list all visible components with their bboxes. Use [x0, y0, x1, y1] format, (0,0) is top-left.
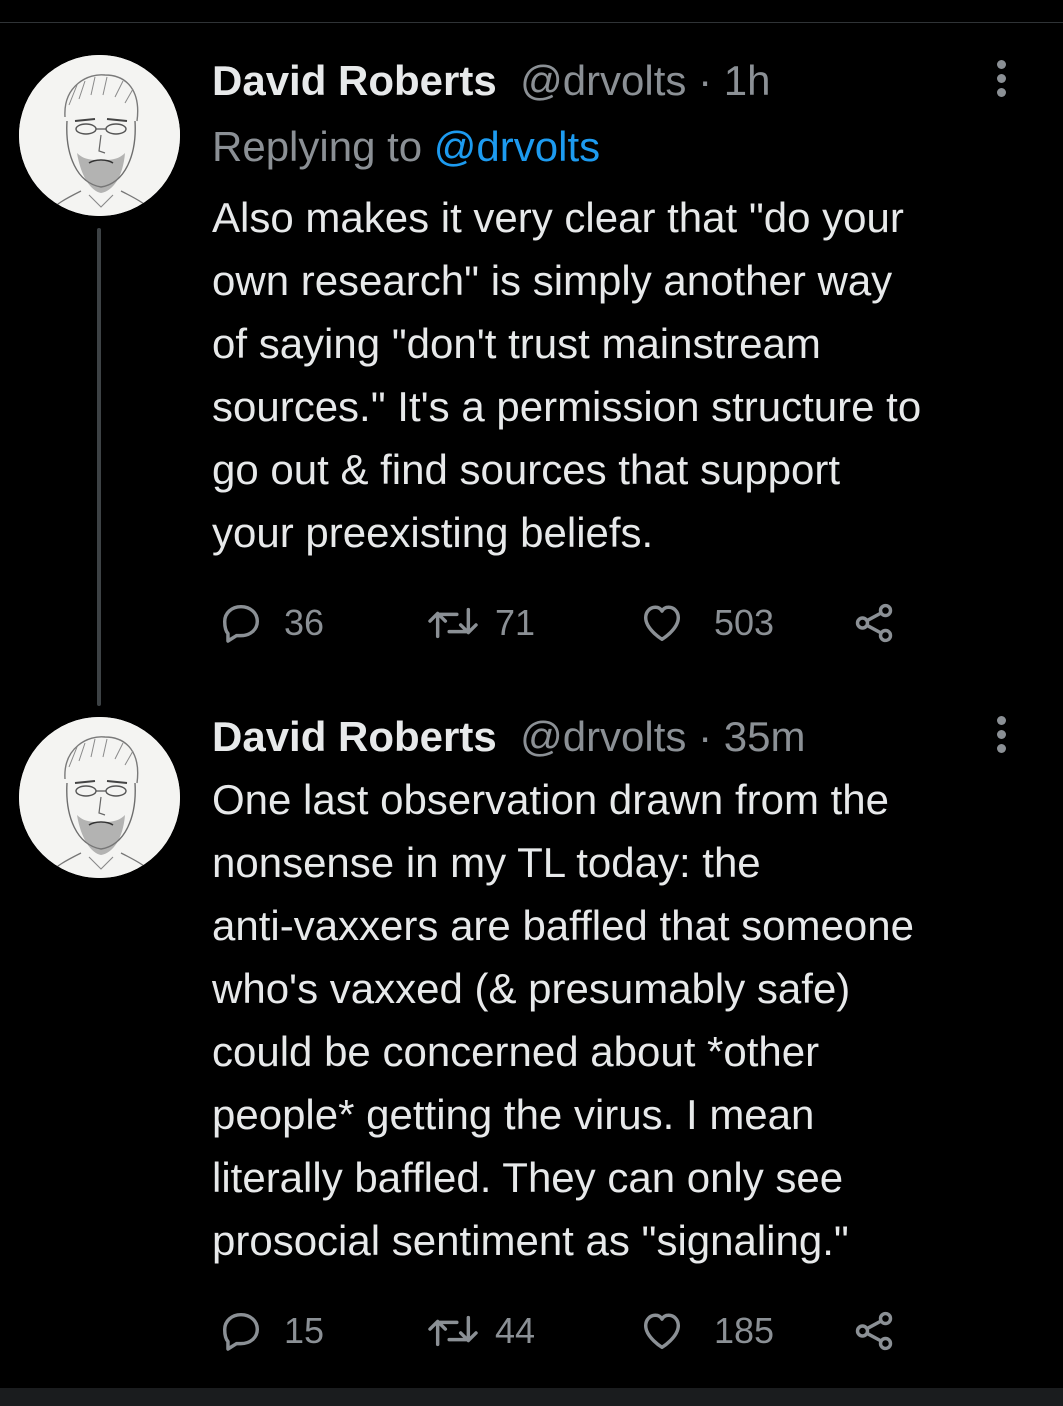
tweet-text-line: go out & find sources that support	[212, 446, 841, 493]
tweet-header: David Roberts @drvolts · 35m	[212, 712, 805, 762]
tweet-text-line: One last observation drawn from the	[212, 776, 890, 823]
retweet-icon	[428, 607, 478, 639]
replying-prefix: Replying to	[212, 123, 434, 170]
retweet-count: 71	[495, 602, 536, 643]
retweet-button[interactable]: 44	[425, 1301, 535, 1361]
reply-count: 15	[284, 1310, 325, 1351]
author-name[interactable]: David Roberts	[212, 713, 497, 760]
tweet-text: One last observation drawn from the nons…	[212, 768, 1042, 1272]
separator: ·	[686, 713, 724, 760]
tweet-text-line: literally baffled. They can only see	[212, 1154, 844, 1201]
tweet-text-line: Also makes it very clear that "do your	[212, 194, 904, 241]
tweet-actions: 36 71 503	[0, 593, 1063, 653]
share-button[interactable]	[850, 593, 898, 653]
bottom-navigation-bar	[0, 1388, 1063, 1406]
more-vertical-icon[interactable]	[992, 716, 1012, 756]
author-handle[interactable]: @drvolts	[508, 57, 686, 104]
sketch-portrait-avatar	[19, 55, 180, 216]
tweet-text-line: people* getting the virus. I mean	[212, 1091, 815, 1138]
tweet-text-line: your preexisting beliefs.	[212, 509, 654, 556]
avatar[interactable]	[19, 717, 180, 878]
tweet-text-line: of saying "don't trust mainstream	[212, 320, 821, 367]
reply-button[interactable]: 15	[218, 1301, 324, 1361]
sketch-portrait-avatar	[19, 717, 180, 878]
tweet-text: Also makes it very clear that "do your o…	[212, 186, 1042, 564]
tweet-text-line: nonsense in my TL today: the	[212, 839, 761, 886]
tweet-text-line: own research" is simply another way	[212, 257, 893, 304]
mention-link[interactable]: @drvolts	[434, 123, 600, 170]
tweet-text-line: sources." It's a permission structure to	[212, 383, 922, 430]
top-divider	[0, 22, 1063, 23]
heart-icon	[643, 605, 681, 642]
author-name[interactable]: David Roberts	[212, 57, 497, 104]
tweet-header: David Roberts @drvolts · 1h	[212, 56, 770, 106]
replying-to: Replying to @drvolts	[212, 122, 600, 172]
timestamp[interactable]: 1h	[724, 57, 771, 104]
like-count: 185	[714, 1310, 775, 1351]
tweet-text-line: prosocial sentiment as "signaling."	[212, 1217, 849, 1264]
retweet-count: 44	[495, 1310, 536, 1351]
like-count: 503	[714, 602, 775, 643]
reply-icon	[222, 1312, 260, 1351]
retweet-icon	[428, 1315, 478, 1347]
tweet-actions: 15 44 185	[0, 1301, 1063, 1361]
avatar[interactable]	[19, 55, 180, 216]
tweet-text-line: anti-vaxxers are baffled that someone	[212, 902, 914, 949]
separator: ·	[686, 57, 724, 104]
share-icon	[855, 603, 893, 643]
timestamp[interactable]: 35m	[724, 713, 806, 760]
more-vertical-icon[interactable]	[992, 60, 1012, 100]
author-handle[interactable]: @drvolts	[508, 713, 686, 760]
heart-icon	[643, 1313, 681, 1350]
like-button[interactable]: 185	[638, 1301, 774, 1361]
retweet-button[interactable]: 71	[425, 593, 535, 653]
tweet-text-line: who's vaxxed (& presumably safe)	[212, 965, 851, 1012]
share-button[interactable]	[850, 1301, 898, 1361]
like-button[interactable]: 503	[638, 593, 774, 653]
reply-button[interactable]: 36	[218, 593, 324, 653]
share-icon	[855, 1311, 893, 1351]
reply-count: 36	[284, 602, 325, 643]
tweet-text-line: could be concerned about *other	[212, 1028, 820, 1075]
reply-icon	[222, 604, 260, 643]
